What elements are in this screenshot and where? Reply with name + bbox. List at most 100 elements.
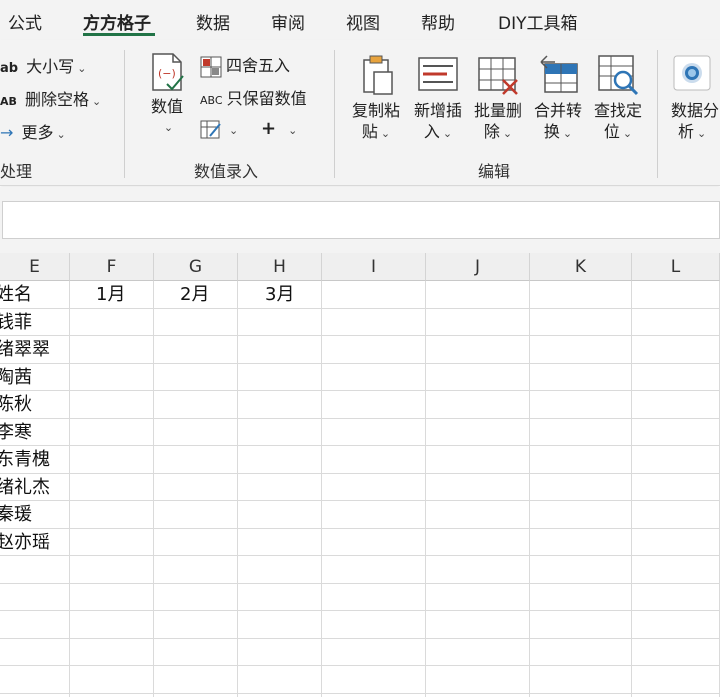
gridline-vertical: [425, 281, 426, 697]
case-label: 大小写: [26, 57, 75, 76]
column-header-k[interactable]: K: [530, 253, 632, 281]
tab-formulas[interactable]: 公式: [8, 9, 42, 34]
find-locate-label-2: 位: [603, 122, 620, 141]
gridline-vertical: [153, 281, 154, 697]
plus-icon: +: [261, 118, 277, 139]
name-cell[interactable]: 东青槐: [0, 446, 70, 473]
column-header-h[interactable]: H: [238, 253, 322, 281]
column-header-l[interactable]: L: [632, 253, 720, 281]
tab-fangfang-gezi[interactable]: 方方格子: [83, 9, 151, 34]
name-cell[interactable]: 绪礼杰: [0, 474, 70, 501]
chevron-down-icon: ⌄: [229, 123, 239, 137]
chevron-down-icon: ⌄: [442, 127, 453, 140]
tab-diy-toolbox[interactable]: DIY工具箱: [498, 9, 578, 34]
insert-label-2: 入: [423, 122, 440, 141]
round-button[interactable]: 四舍五入: [200, 52, 290, 78]
name-cell[interactable]: 绪翠翠: [0, 336, 70, 363]
name-cell[interactable]: 陈秋: [0, 391, 70, 418]
gridline-horizontal: [0, 583, 720, 584]
delete-space-button[interactable]: AB 删除空格 ⌄: [0, 86, 101, 110]
form-edit-icon: [200, 120, 221, 139]
gridline-horizontal: [0, 308, 720, 309]
more-button[interactable]: → 更多 ⌄: [0, 119, 66, 143]
gridline-horizontal: [0, 638, 720, 639]
merge-convert-button[interactable]: 合并转 换 ⌄: [530, 52, 586, 144]
delete-space-label: 删除空格: [25, 90, 90, 109]
gridline-horizontal: [0, 528, 720, 529]
merge-convert-label-1: 合并转: [533, 101, 582, 120]
more-label: 更多: [21, 123, 54, 142]
column-header-g[interactable]: G: [154, 253, 238, 281]
clipboard-icon: [363, 55, 393, 95]
copy-paste-label-1: 复制粘: [351, 101, 400, 120]
data-analysis-button[interactable]: 数据分 析 ⌄: [668, 52, 720, 144]
name-cell[interactable]: 赵亦瑶: [0, 529, 70, 556]
batch-delete-button[interactable]: 批量删 除 ⌄: [470, 52, 526, 144]
gridline-horizontal: [0, 390, 720, 391]
worksheet-grid[interactable]: 姓名 1月 2月 3月钱菲 绪翠翠 陶茜 陈秋 李寒 东青槐 绪礼杰 秦瑗 赵亦瑶: [0, 281, 720, 697]
ribbon-tab-bar: 公式 方方格子 数据 审阅 视图 帮助 DIY工具箱: [0, 0, 720, 40]
data-analysis-label-2: 析: [678, 122, 695, 141]
formula-input[interactable]: [2, 201, 720, 239]
tab-data[interactable]: 数据: [196, 9, 230, 34]
group-separator: [124, 50, 125, 178]
header-cell[interactable]: 3月: [265, 281, 325, 308]
chevron-down-icon: ⌄: [697, 127, 707, 140]
merge-convert-label-2: 换: [543, 122, 560, 141]
gridline-horizontal: [0, 500, 720, 501]
arrow-right-icon: →: [0, 123, 14, 142]
insert-button[interactable]: 新增插 入 ⌄: [410, 52, 466, 144]
group-label-text-processing: 处理: [0, 162, 33, 181]
find-locate-button[interactable]: 查找定 位 ⌄: [590, 52, 646, 144]
group-label-edit: 编辑: [478, 162, 511, 181]
tab-review[interactable]: 审阅: [271, 9, 305, 34]
header-cell[interactable]: 1月: [96, 281, 156, 308]
chevron-down-icon: ⌄: [622, 127, 633, 140]
find-locate-icon: [598, 55, 639, 96]
gridline-horizontal: [0, 665, 720, 666]
ribbon-panel: ab 大小写 ⌄ AB 删除空格 ⌄ → 更多 ⌄ 处理 (−) 数值 ⌄ 四舍五入 …: [0, 40, 720, 186]
chevron-down-icon: ⌄: [92, 95, 102, 108]
name-cell[interactable]: 钱菲: [0, 309, 70, 336]
chevron-down-icon: ⌄: [56, 128, 66, 141]
tab-view[interactable]: 视图: [346, 9, 380, 34]
name-cell[interactable]: 秦瑗: [0, 501, 70, 528]
active-tab-indicator: [83, 33, 155, 36]
merge-convert-icon: [540, 55, 578, 93]
keep-values-prefix: ABC: [200, 94, 223, 107]
column-header-j[interactable]: J: [426, 253, 530, 281]
batch-delete-label-2: 除: [483, 122, 500, 141]
chevron-down-icon: ⌄: [562, 127, 573, 140]
name-cell[interactable]: 陶茜: [0, 364, 70, 391]
chevron-down-icon: ⌄: [502, 127, 513, 140]
delete-space-prefix: AB: [0, 95, 17, 108]
column-header-e[interactable]: E: [0, 253, 70, 281]
value-button[interactable]: (−) 数值 ⌄: [146, 52, 188, 138]
column-header-f[interactable]: F: [70, 253, 154, 281]
gridline-horizontal: [0, 555, 720, 556]
group-separator: [657, 50, 658, 178]
gridline-horizontal: [0, 610, 720, 611]
gridline-horizontal: [0, 335, 720, 336]
plus-button[interactable]: + ⌄: [261, 118, 297, 139]
insert-rows-icon: [418, 57, 458, 91]
tab-help[interactable]: 帮助: [421, 9, 455, 34]
keep-values-button[interactable]: ABC 只保留数值: [200, 85, 307, 109]
form-edit-button[interactable]: ⌄: [200, 118, 238, 140]
value-icon: (−): [152, 53, 184, 91]
group-label-numeric-input: 数值录入: [194, 162, 259, 181]
gridline-vertical: [321, 281, 322, 697]
column-header-i[interactable]: I: [322, 253, 426, 281]
name-cell[interactable]: 李寒: [0, 419, 70, 446]
data-analysis-icon: [673, 55, 711, 91]
data-analysis-label-1: 数据分: [671, 101, 720, 120]
header-cell[interactable]: 2月: [180, 281, 240, 308]
header-cell[interactable]: 姓名: [0, 281, 70, 308]
value-label: 数值: [150, 97, 183, 116]
gridline-horizontal: [0, 693, 720, 694]
round-icon: [200, 56, 222, 77]
case-button[interactable]: ab 大小写 ⌄: [0, 53, 86, 77]
copy-paste-button[interactable]: 复制粘 贴 ⌄: [348, 52, 404, 144]
svg-text:(−): (−): [158, 67, 176, 80]
insert-label-1: 新增插: [413, 101, 462, 120]
